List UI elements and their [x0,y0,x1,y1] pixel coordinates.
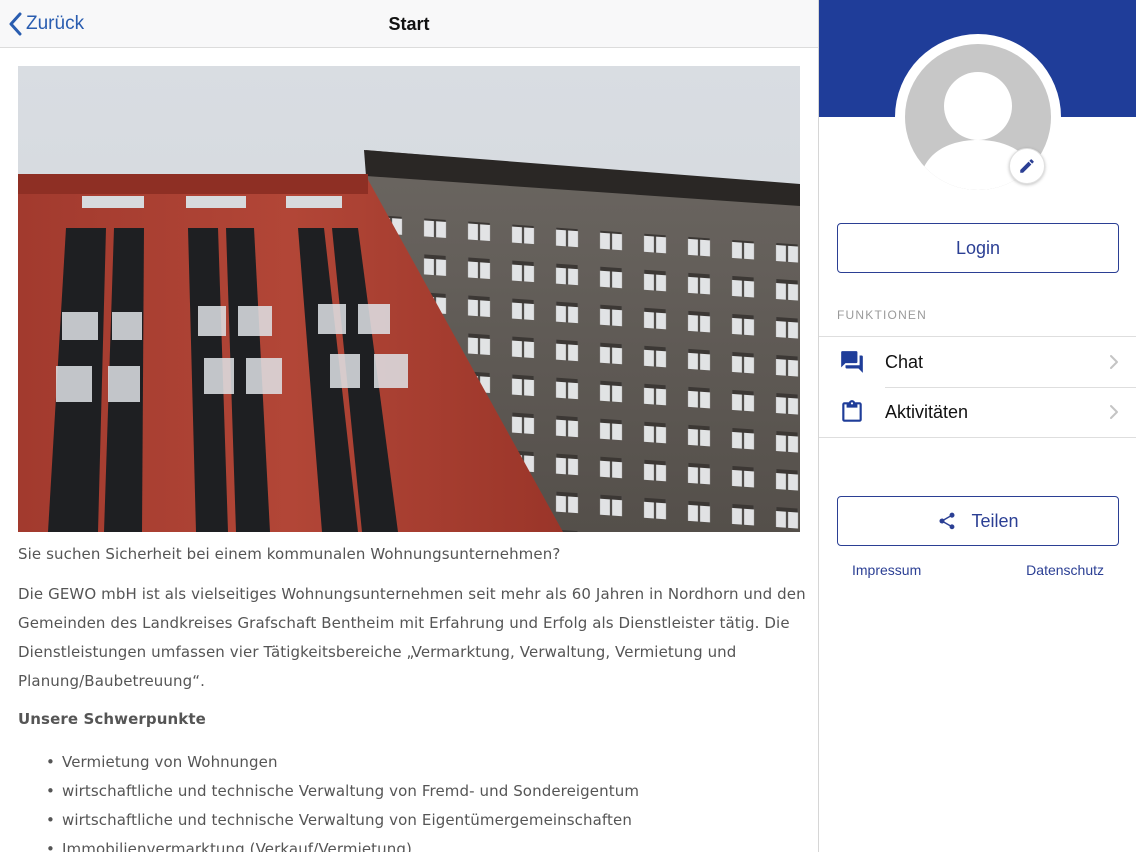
page-title: Start [388,14,430,34]
focus-heading: Unsere Schwerpunkte [18,710,206,728]
menu-item-chat[interactable]: Chat [819,337,1136,387]
menu-item-aktivitaeten[interactable]: Aktivitäten [819,387,1136,437]
list-item: wirtschaftliche und technische Verwaltun… [46,806,808,835]
article-lead: Sie suchen Sicherheit bei einem kommunal… [18,545,561,563]
impressum-link[interactable]: Impressum [852,562,921,578]
functions-menu: Chat Aktivitäten [819,336,1136,438]
chevron-right-icon [1110,355,1118,369]
navigation-bar: Zurück Start [0,0,818,48]
clipboard-icon [842,400,862,422]
focus-list: Vermietung von Wohnungen wirtschaftliche… [46,748,808,852]
sidebar: Login FUNKTIONEN Chat Aktivitäten Teilen [818,0,1136,852]
chat-icon [841,351,863,373]
main-pane: Zurück Start Sie suchen Sicherheit bei e… [0,0,818,852]
login-button[interactable]: Login [837,223,1119,273]
list-item: Immobilienvermarktung (Verkauf/Vermietun… [46,835,808,852]
menu-item-label: Aktivitäten [885,402,969,422]
share-button[interactable]: Teilen [837,496,1119,546]
functions-section-title: FUNKTIONEN [837,308,927,322]
article-body: Die GEWO mbH ist als vielseitiges Wohnun… [18,585,806,690]
article-content: Sie suchen Sicherheit bei einem kommunal… [18,544,808,852]
list-item: wirtschaftliche und technische Verwaltun… [46,777,808,806]
hero-building-image [18,66,800,532]
menu-item-label: Chat [885,352,924,372]
edit-profile-button[interactable] [1009,148,1045,184]
footer-links: Impressum Datenschutz [819,562,1136,582]
list-item: Vermietung von Wohnungen [46,748,808,777]
pencil-icon [1020,159,1034,173]
share-icon [939,512,955,530]
share-label: Teilen [971,510,1019,531]
building-photo [18,66,800,532]
datenschutz-link[interactable]: Datenschutz [1026,562,1104,578]
chevron-right-icon [1110,405,1118,419]
